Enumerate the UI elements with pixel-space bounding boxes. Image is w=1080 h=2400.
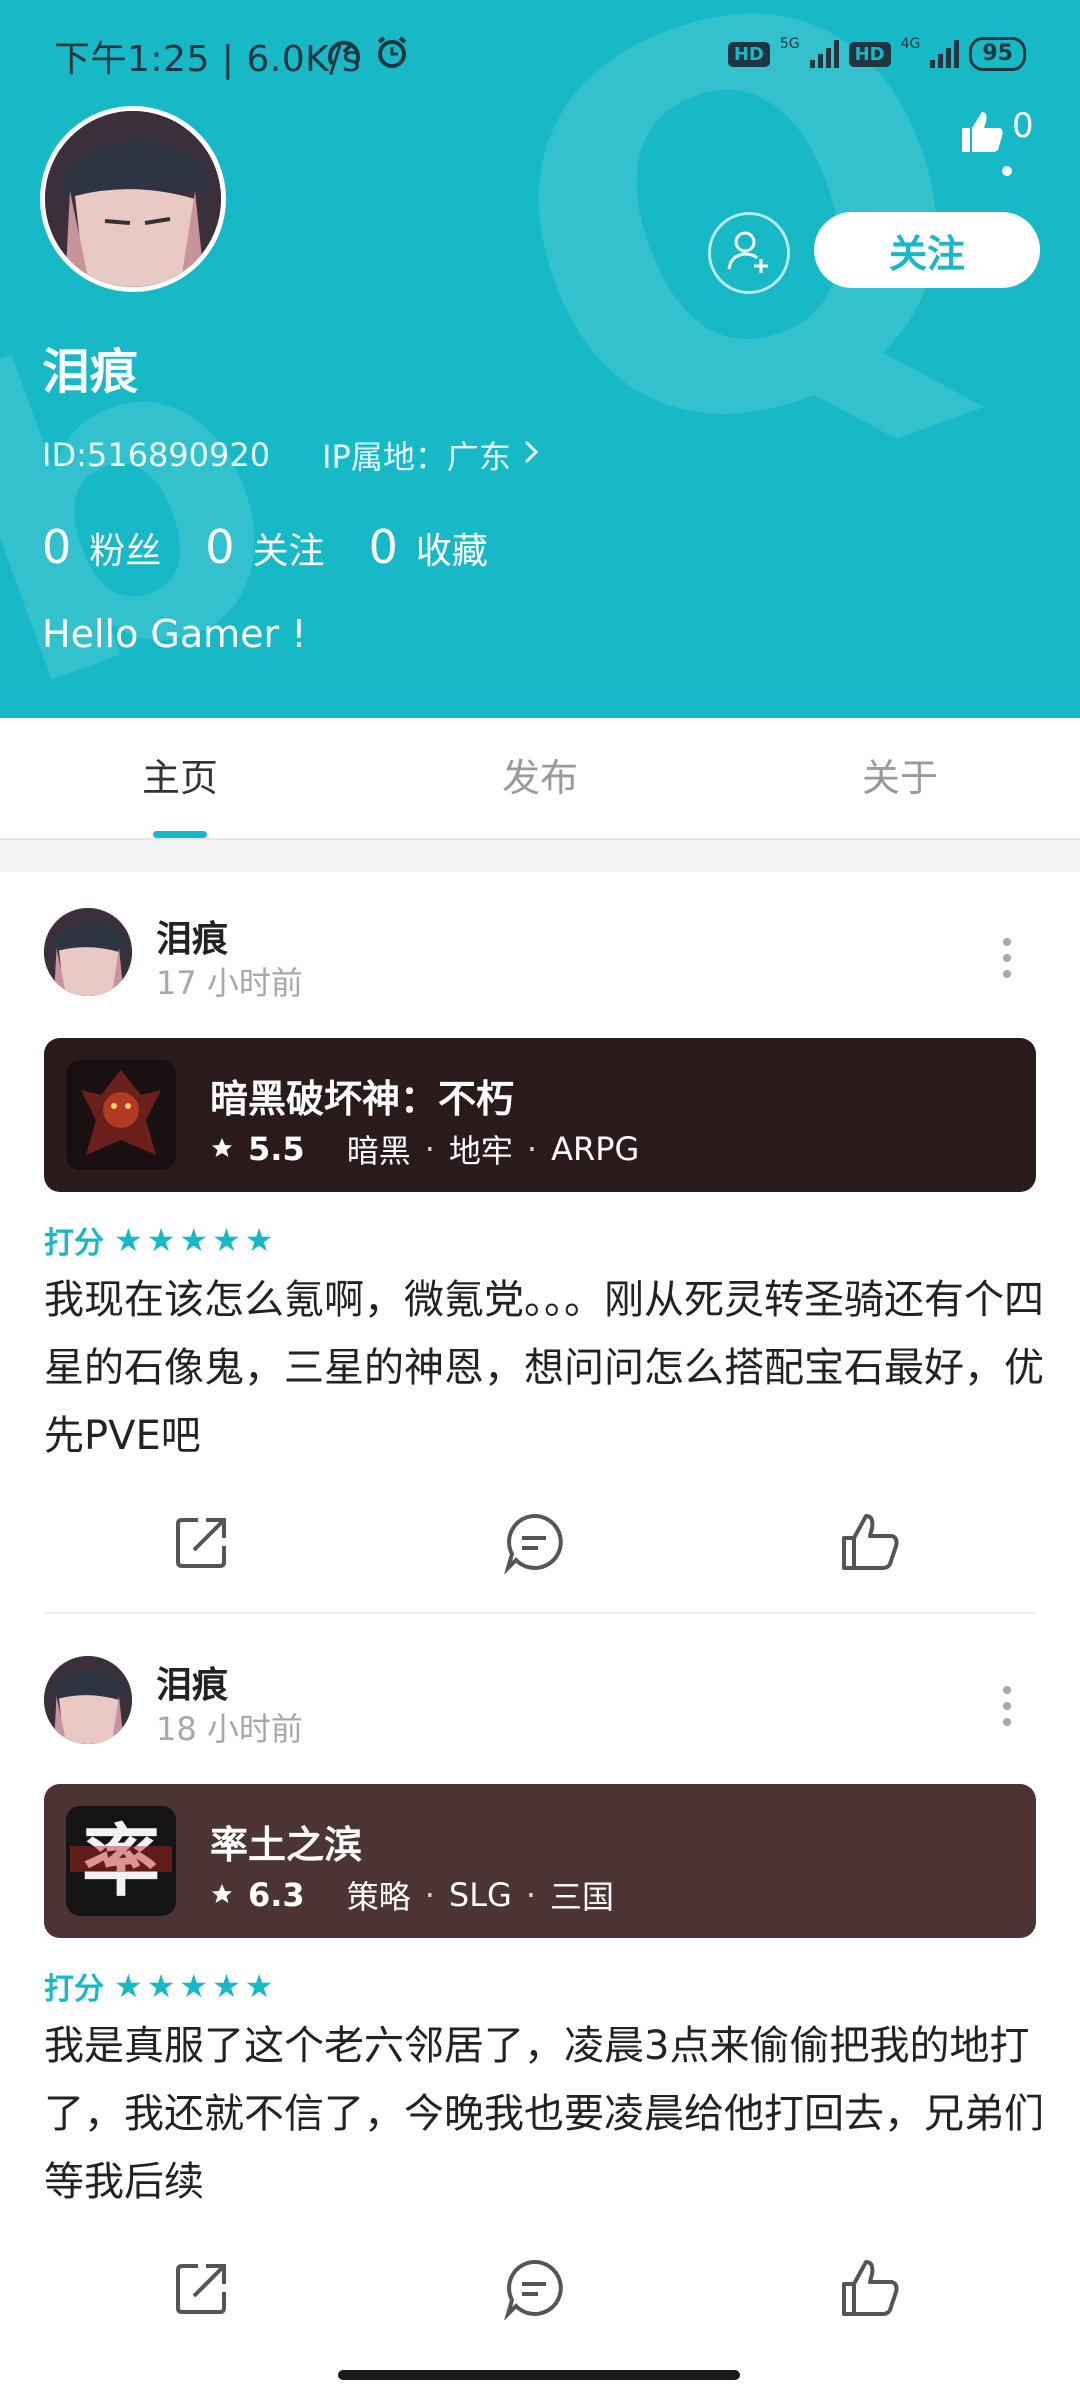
rating-label: 打分 [44,1972,104,2007]
stat-number: 0 [205,520,235,574]
stat-number: 0 [368,520,398,574]
stat-label: 收藏 [415,531,488,572]
profile-tabs: 主页 发布 关于 [0,718,1080,838]
battery-indicator: 95 [969,37,1026,71]
post-time: 17 小时前 [156,964,303,1002]
avatar[interactable] [44,1656,132,1744]
avatar[interactable] [40,106,226,292]
tag-separator: · [526,1130,538,1168]
indicator-dot [1002,166,1012,176]
game-icon [66,1060,176,1170]
hd-badge: HD [848,41,891,67]
ip-location[interactable]: IP属地：广东 [322,432,541,478]
share-icon[interactable] [170,1510,234,1574]
stat-favorites[interactable]: 0 收藏 [369,520,488,574]
status-time-speed: 下午1:25 | 6.0K/s [54,39,362,80]
post-actions [0,2256,1080,2326]
star-icon [210,1876,234,1914]
tab-home[interactable]: 主页 [0,718,360,838]
game-tag: ARPG [551,1130,640,1168]
game-tag: 策略 [346,1878,411,1916]
home-indicator[interactable] [338,2370,740,2380]
status-indicators: HD 5G HD 4G 95 [727,30,1026,78]
likes-indicator[interactable]: 0 [958,108,1034,160]
stat-label: 关注 [252,531,325,572]
star-icon [210,1130,234,1168]
game-card[interactable]: 率 率土之滨 6.3 策略 · SLG · 三国 [44,1784,1036,1938]
profile-username: 泪痕 [42,344,139,400]
game-tag: 三国 [549,1878,614,1916]
game-title: 率土之滨 [210,1823,363,1867]
rating-label: 打分 [44,1226,104,1261]
profile-header: b Q 下午1:25 | 6.0K/s HD 5G HD 4G 95 0 关注 … [0,0,1080,718]
post-author[interactable]: 泪痕 [156,1656,228,1708]
game-tag: 地牢 [448,1132,513,1170]
hd-badge: HD [727,41,770,67]
game-title: 暗黑破坏神：不朽 [210,1077,515,1121]
profile-bio: Hello Gamer ! [42,612,307,656]
profile-id-line: ID:516890920 IP属地：广东 [42,432,541,478]
share-icon[interactable] [170,2256,234,2320]
game-score: 5.5 [248,1130,305,1168]
post-rating: 打分 ★★★★★ [44,1964,277,2008]
signal-icon [809,40,839,68]
post-time: 18 小时前 [156,1710,303,1748]
stat-fans[interactable]: 0 粉丝 [42,520,161,574]
divider [0,838,1080,872]
stat-label: 粉丝 [89,531,162,572]
game-meta: 5.5 暗黑 · 地牢 · ARPG [210,1126,639,1172]
network-type: 4G [900,36,921,52]
profile-stats: 0 粉丝 0 关注 0 收藏 [42,520,488,574]
rating-stars-icon: ★★★★★ [114,1221,278,1259]
game-score: 6.3 [248,1876,305,1914]
post-author[interactable]: 泪痕 [156,910,228,962]
comment-icon[interactable] [502,2256,566,2321]
tab-about[interactable]: 关于 [720,718,1080,838]
stat-number: 0 [42,520,72,574]
game-tag: SLG [448,1876,512,1914]
alarm-icon [374,34,410,74]
add-friend-button[interactable] [708,212,790,294]
post-body[interactable]: 我是真服了这个老六邻居了，凌晨3点来偷偷把我的地打了，我还就不信了，今晚我也要凌… [44,2012,1044,2216]
follow-button[interactable]: 关注 [814,212,1040,288]
likes-count: 0 [1012,106,1034,146]
tag-separator: · [424,1876,435,1914]
game-card[interactable]: 暗黑破坏神：不朽 5.5 暗黑 · 地牢 · ARPG [44,1038,1036,1192]
ip-location-text: IP属地：广东 [322,438,511,476]
more-options-icon[interactable] [1000,938,1014,978]
user-id: ID:516890920 [42,436,271,474]
game-tag: 暗黑 [346,1132,411,1170]
rating-stars-icon: ★★★★★ [114,1967,278,2005]
avatar[interactable] [44,908,132,996]
game-icon: 率 [66,1806,176,1916]
tag-separator: · [525,1876,536,1914]
chevron-right-icon [521,436,541,474]
post-body[interactable]: 我现在该怎么氪啊，微氪党。。。刚从死灵转圣骑还有个四星的石像鬼，三星的神恩，想问… [44,1266,1044,1470]
signal-icon [930,40,960,68]
stat-following[interactable]: 0 关注 [205,520,324,574]
thumbs-up-icon [958,108,1006,160]
data-saver-icon [326,34,362,74]
more-options-icon[interactable] [1000,1686,1014,1726]
comment-icon[interactable] [502,1510,566,1575]
tag-separator: · [424,1130,435,1168]
game-meta: 6.3 策略 · SLG · 三国 [210,1872,614,1918]
post-actions [0,1510,1080,1580]
tab-posts[interactable]: 发布 [360,718,720,838]
add-user-icon [725,227,773,279]
divider [44,1612,1036,1614]
like-icon[interactable] [838,2256,902,2320]
network-type: 5G [779,36,800,52]
post-rating: 打分 ★★★★★ [44,1218,277,1262]
like-icon[interactable] [838,1510,902,1574]
